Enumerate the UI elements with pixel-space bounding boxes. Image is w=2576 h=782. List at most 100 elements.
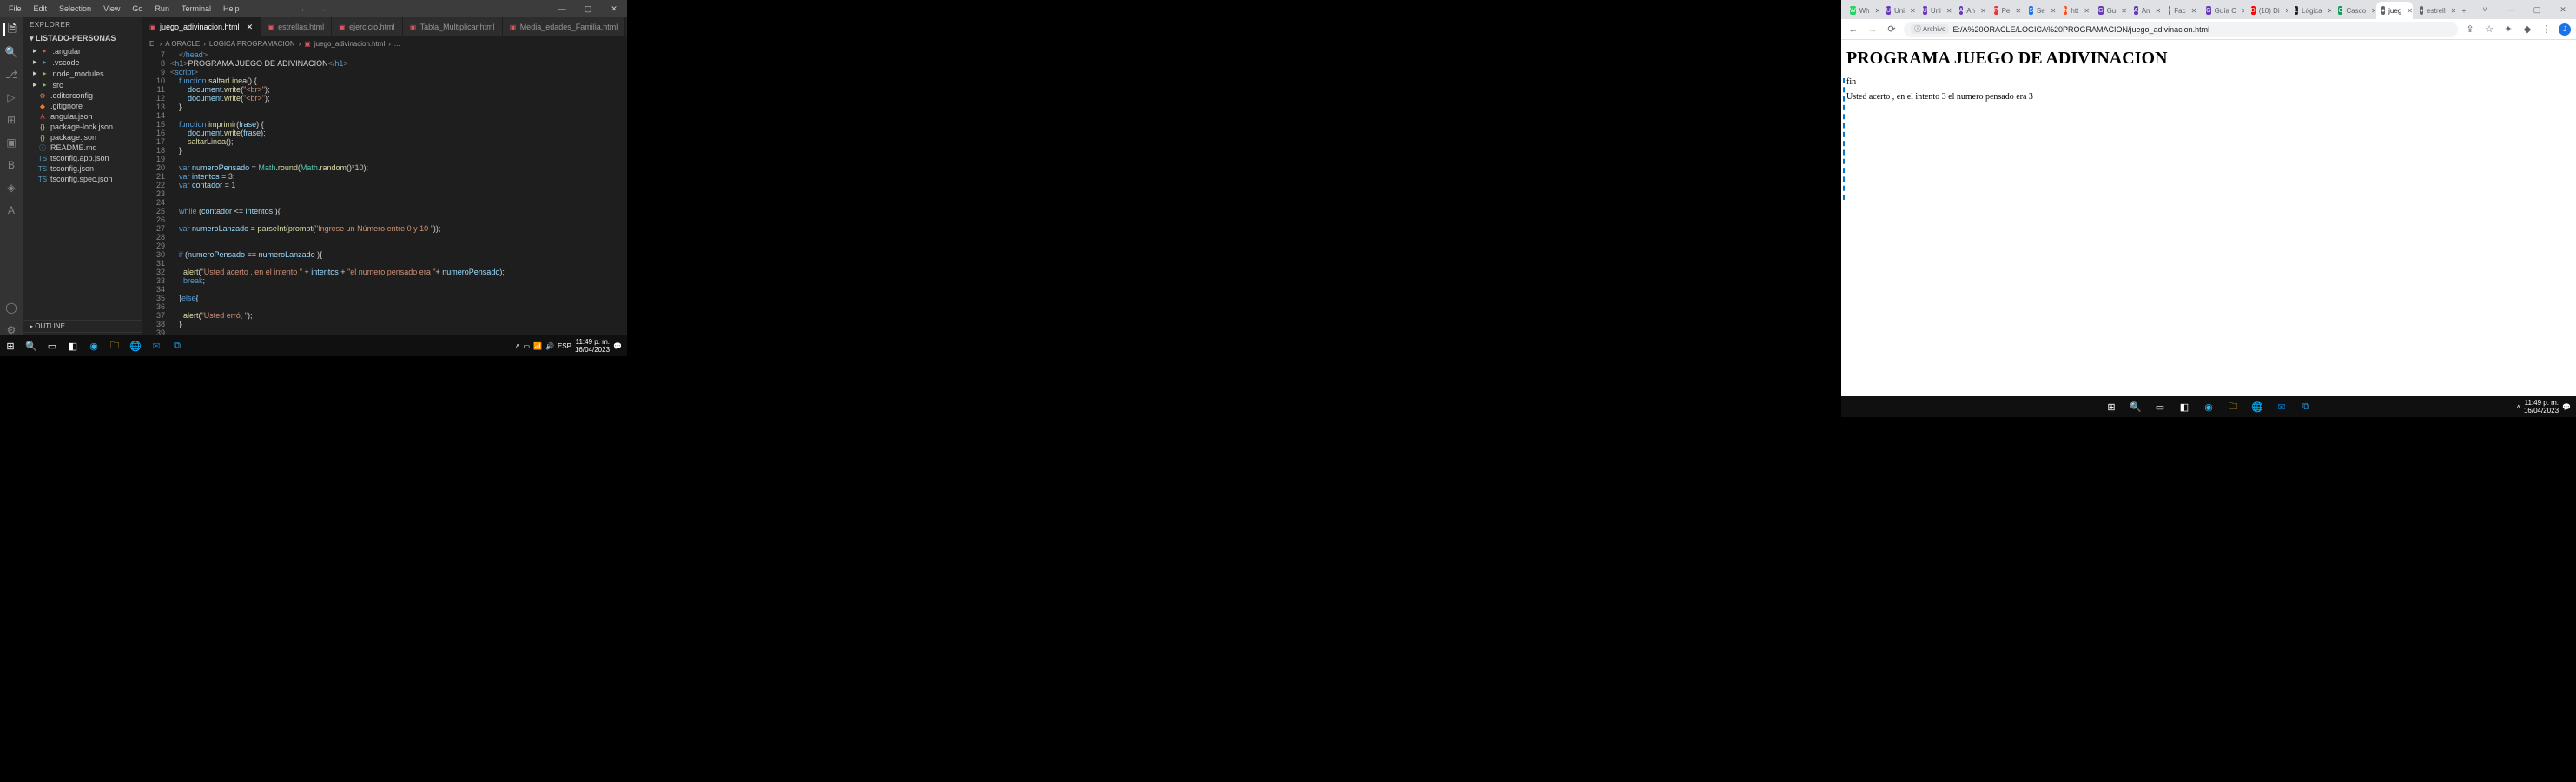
browser-tab[interactable]: PPe✕ [1989,2,2022,19]
azure-icon[interactable]: A [4,203,18,217]
tray-chevron-icon[interactable]: ˄ [516,342,520,350]
start-icon[interactable]: ⊞ [0,335,21,356]
browser-tab[interactable]: AAn✕ [1954,2,1987,19]
code-editor[interactable]: 7891011121314151617181920212223242526272… [142,50,627,344]
close-tab-icon[interactable]: ✕ [2121,7,2127,15]
profile-avatar[interactable]: J [2559,23,2571,36]
breadcrumb[interactable]: E:›A ORACLE›LOGICA PROGRAMACION›▣juego_a… [142,36,627,50]
explorer-taskbar-icon[interactable]: 🗀 [104,335,125,356]
extensions-icon[interactable]: ⊞ [4,113,18,127]
tree-item[interactable]: {}package.json [26,132,139,142]
volume-icon[interactable]: 🔊 [545,342,554,350]
browser-tab[interactable]: SSe✕ [2024,2,2057,19]
outlook-icon[interactable]: ✉ [146,335,167,356]
docker-icon[interactable]: ◈ [4,181,18,195]
explorer-icon-r[interactable]: 🗀 [2223,396,2243,417]
tree-item[interactable]: ◆.gitignore [26,101,139,111]
share-icon[interactable]: ⇪ [2463,23,2477,36]
bookmark-icon[interactable]: B [4,158,18,172]
browser-tab[interactable]: ●jueg✕ [2376,2,2413,19]
close-tab-icon[interactable]: ✕ [1875,7,1879,15]
tree-item[interactable]: ⚙.editorconfig [26,90,139,101]
app-icon[interactable]: ◧ [63,335,83,356]
project-name[interactable]: ▾ LISTADO-PERSONAS [23,32,142,45]
browser-tab[interactable]: GGu✕ [2093,2,2127,19]
nav-fwd-icon[interactable]: → [318,4,326,13]
tree-item[interactable]: {}package-lock.json [26,122,139,132]
menu-help[interactable]: Help [220,3,243,15]
edge-icon-r[interactable]: ◉ [2198,396,2219,417]
notif-icon-r[interactable]: 💬 [2562,403,2571,411]
tree-item[interactable]: TStsconfig.json [26,163,139,174]
menu-view[interactable]: View [100,3,123,15]
min-icon[interactable]: — [2498,0,2524,19]
tree-item[interactable]: ⓘREADME.md [26,142,139,153]
menu-go[interactable]: Go [129,3,146,15]
editor-tab[interactable]: ▣estrellas.html [261,17,332,36]
menu-file[interactable]: File [5,3,25,15]
max-icon[interactable]: ▢ [2524,0,2550,19]
notifications-icon[interactable]: 💬 [613,342,622,350]
new-tab-button[interactable]: + [2457,2,2470,19]
close-tab-icon[interactable]: ✕ [2407,7,2413,15]
app-icon-r[interactable]: ◧ [2174,396,2195,417]
vscode-taskbar-icon[interactable]: ⧉ [167,335,188,356]
explorer-icon[interactable]: 🗎 [3,23,17,36]
chevron-down-icon[interactable]: ˅ [2472,0,2498,19]
browser-tab[interactable]: hhtt✕ [2058,2,2091,19]
tray-chevron-r[interactable]: ˄ [2516,403,2520,411]
source-control-icon[interactable]: ⎇ [4,68,18,82]
tree-item[interactable]: ▸ ▸.vscode [26,56,139,68]
browser-tab[interactable]: D(10) Di✕ [2246,2,2289,19]
back-icon[interactable]: ← [1846,23,1860,36]
address-bar[interactable]: ⓘ Archivo E:/A%20ORACLE/LOGICA%20PROGRAM… [1904,22,2458,37]
clock-time[interactable]: 11:49 p. m. [575,338,610,346]
browser-tab[interactable]: LLógica✕ [2289,2,2331,19]
wifi-icon[interactable]: 📶 [533,342,542,350]
close-tab-icon[interactable]: ✕ [2015,7,2021,15]
extension-icon[interactable]: ✦ [2501,23,2515,36]
browser-tab[interactable]: AAn✕ [2129,2,2162,19]
outlook-icon-r[interactable]: ✉ [2271,396,2292,417]
close-tab-icon[interactable]: ✕ [2191,7,2197,15]
chrome-icon-r[interactable]: 🌐 [2247,396,2268,417]
close-tab-icon[interactable]: ✕ [2051,7,2057,15]
browser-tab[interactable]: CCasco✕ [2333,2,2375,19]
close-tab-icon[interactable]: ✕ [2285,7,2288,15]
close-icon[interactable]: ✕ [2550,0,2576,19]
menu-edit[interactable]: Edit [30,3,51,15]
close-tab-icon[interactable]: ✕ [2155,7,2161,15]
tree-item[interactable]: ▸ ▸src [26,79,139,90]
minimize-icon[interactable]: — [549,0,575,17]
tree-item[interactable]: ▸ ▸node_modules [26,68,139,79]
tray-icon[interactable]: ▭ [523,342,530,350]
clock-time-r[interactable]: 11:49 p. m. [2524,399,2559,407]
search-icon-r[interactable]: 🔍 [2125,396,2146,417]
run-debug-icon[interactable]: ▷ [4,90,18,104]
browser-tab[interactable]: GGuía C✕ [2201,2,2243,19]
editor-tab[interactable]: ▣ejercicio.html [332,17,403,36]
browser-tab[interactable]: fFac✕ [2163,2,2199,19]
tree-item[interactable]: TStsconfig.spec.json [26,174,139,184]
browser-tab[interactable]: UUni✕ [1918,2,1952,19]
ext2-icon[interactable]: ◆ [2520,23,2534,36]
browser-tab[interactable]: WWh✕ [1845,2,1879,19]
maximize-icon[interactable]: ▢ [575,0,601,17]
taskview-icon-r[interactable]: ▭ [2150,396,2170,417]
account-icon[interactable]: ◯ [4,301,18,315]
close-tab-icon[interactable]: ✕ [1910,7,1916,15]
close-tab-icon[interactable]: ✕ [1980,7,1986,15]
tree-item[interactable]: TStsconfig.app.json [26,153,139,163]
tree-item[interactable]: ▸ ▸.angular [26,45,139,56]
vscode-icon-r[interactable]: ⧉ [2295,396,2316,417]
editor-tab[interactable]: ▣Tabla_Multiplicar.html [403,17,503,36]
search-taskbar-icon[interactable]: 🔍 [21,335,42,356]
close-icon[interactable]: ✕ [601,0,627,17]
forward-icon[interactable]: → [1866,23,1879,36]
close-tab-icon[interactable]: ✕ [2451,7,2455,15]
nav-back-icon[interactable]: ← [300,4,307,13]
close-tab-icon[interactable]: ✕ [2328,7,2332,15]
tree-item[interactable]: Aangular.json [26,111,139,122]
menu-selection[interactable]: Selection [56,3,95,15]
close-tab-icon[interactable]: ✕ [2084,7,2090,15]
